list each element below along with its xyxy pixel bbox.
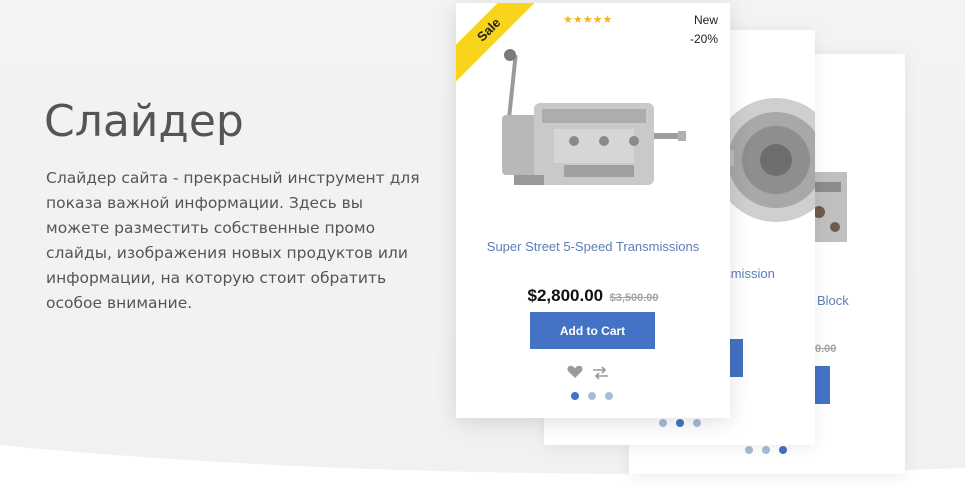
carousel-dots-2 [659,419,701,427]
heart-icon[interactable] [567,365,583,379]
carousel-dots-3 [745,446,787,454]
carousel-dot[interactable] [605,392,613,400]
carousel-dot-active[interactable] [571,392,579,400]
product-price: $2,800.00 [527,286,604,305]
discount-badge: -20% [689,32,718,46]
add-to-cart-button[interactable]: Add to Cart [530,312,655,349]
product-image-2 [716,98,815,222]
product-title-3[interactable]: Block [817,293,849,308]
carousel-dot[interactable] [588,392,596,400]
product-old-price: $3,500.00 [609,292,659,304]
carousel-dot[interactable] [745,446,753,454]
section-heading: Слайдер [44,96,244,147]
section-description: Слайдер сайта - прекрасный инструмент дл… [46,169,420,312]
carousel-dot[interactable] [762,446,770,454]
carousel-dot[interactable] [659,419,667,427]
rating-stars: ★★★★★ [563,14,613,26]
carousel-dots-1 [571,392,613,400]
new-badge: New [693,13,718,27]
product-old-price-3: 0.00 [815,343,837,355]
carousel-dot-active[interactable] [779,446,787,454]
product-card-1[interactable]: Sale ★★★★★ New -20% Super Street 5-Speed… [456,3,730,418]
carousel-dot-active[interactable] [676,419,684,427]
carousel-dot[interactable] [693,419,701,427]
compare-arrows-icon[interactable] [592,366,609,380]
price-row: $2,800.00 $3,500.00 [456,286,730,306]
product-image-1 [502,49,686,185]
product-title-1[interactable]: Super Street 5-Speed Transmissions [456,239,730,254]
